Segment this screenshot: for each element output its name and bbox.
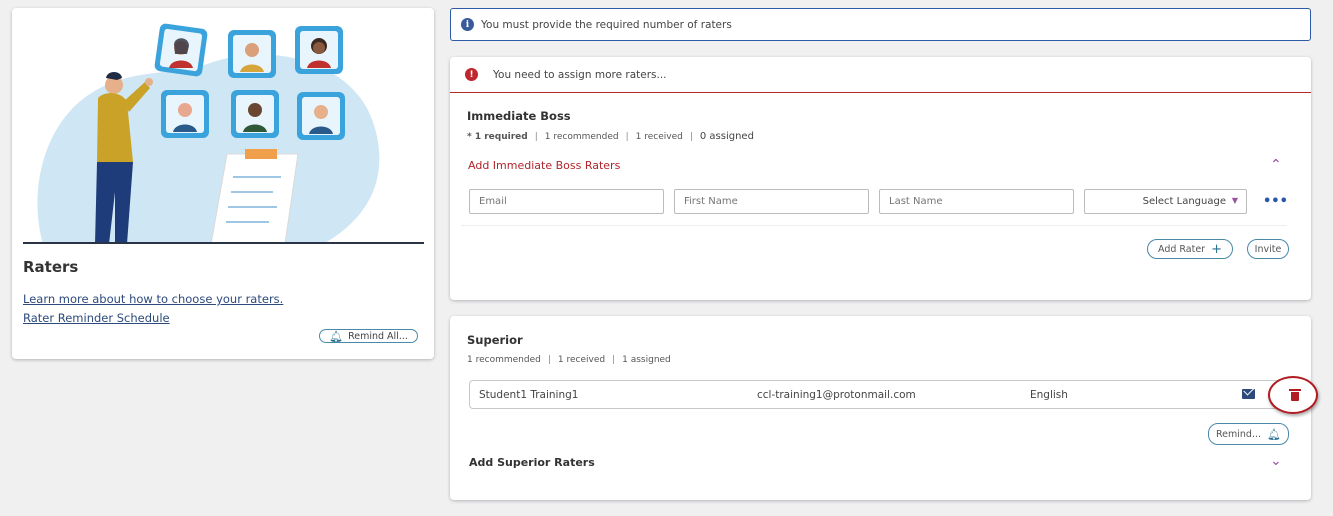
illustration-divider (23, 242, 424, 244)
info-icon: i (461, 18, 474, 31)
email-rater-icon[interactable] (1242, 389, 1255, 399)
info-banner: i You must provide the required number o… (450, 8, 1311, 41)
remind-label: Remind... (1216, 428, 1262, 440)
raters-info-card: Raters Learn more about how to choose yo… (12, 8, 434, 359)
add-rater-button[interactable]: Add Rater + (1147, 239, 1233, 259)
language-select[interactable]: Select Language ▼ (1084, 189, 1247, 214)
rater-name: Student1 Training1 (479, 389, 579, 401)
remind-button[interactable]: Remind... 🔔︎ (1208, 423, 1289, 445)
add-rater-label: Add Rater (1157, 243, 1206, 255)
remind-all-label: Remind All... (348, 330, 408, 342)
caret-down-icon: ▼ (1231, 196, 1238, 205)
delete-rater-button[interactable] (1268, 376, 1318, 414)
chevron-down-icon[interactable]: ⌄ (1270, 454, 1282, 468)
bell-icon: 🔔︎ (329, 329, 344, 343)
superior-title: Superior (467, 333, 523, 347)
add-immediate-boss-raters-toggle[interactable]: Add Immediate Boss Raters (468, 159, 620, 172)
superior-card: Superior 1 recommended | 1 received | 1 … (450, 316, 1318, 500)
assigned-count: 0 assigned (699, 131, 754, 142)
plus-icon: + (1211, 241, 1222, 257)
immediate-boss-counts: * 1 required | 1 recommended | 1 receive… (467, 131, 754, 142)
more-options-button[interactable]: ••• (1263, 194, 1288, 209)
language-select-value: Select Language (1142, 196, 1226, 207)
alert-icon: ! (465, 68, 478, 81)
add-superior-raters-toggle[interactable]: Add Superior Raters (469, 456, 595, 469)
rater-language: English (1030, 389, 1068, 401)
invite-button[interactable]: Invite (1247, 239, 1289, 259)
reminder-schedule-link[interactable]: Rater Reminder Schedule (23, 311, 170, 325)
rater-row: Student1 Training1 ccl-training1@protonm… (469, 376, 1318, 414)
learn-more-link[interactable]: Learn more about how to choose your rate… (23, 292, 283, 306)
required-count: * 1 required (467, 131, 528, 142)
invite-label: Invite (1254, 243, 1282, 255)
assigned-count: 1 assigned (622, 355, 671, 365)
recommended-count: 1 recommended (467, 355, 541, 365)
chevron-up-icon[interactable]: ⌃ (1270, 158, 1282, 172)
immediate-boss-title: Immediate Boss (467, 109, 571, 123)
superior-counts: 1 recommended | 1 received | 1 assigned (467, 355, 671, 365)
received-count: 1 received (557, 355, 606, 365)
bell-icon: 🔔︎ (1267, 427, 1281, 441)
email-field[interactable] (469, 189, 664, 214)
recommended-count: 1 recommended (544, 131, 619, 142)
last-name-field[interactable] (879, 189, 1074, 214)
received-count: 1 received (635, 131, 683, 142)
raters-illustration (23, 12, 424, 244)
warning-text: You need to assign more raters... (493, 68, 667, 81)
info-banner-text: You must provide the required number of … (481, 18, 732, 31)
warning-banner: ! You need to assign more raters... (450, 57, 1311, 93)
remind-all-button[interactable]: 🔔︎ Remind All... (319, 329, 418, 343)
first-name-field[interactable] (674, 189, 869, 214)
immediate-boss-card: ! You need to assign more raters... Imme… (450, 57, 1311, 300)
raters-title: Raters (23, 258, 79, 276)
new-rater-form: Select Language ▼ ••• (461, 186, 1288, 226)
rater-email: ccl-training1@protonmail.com (757, 389, 916, 401)
trash-icon (1289, 389, 1301, 401)
